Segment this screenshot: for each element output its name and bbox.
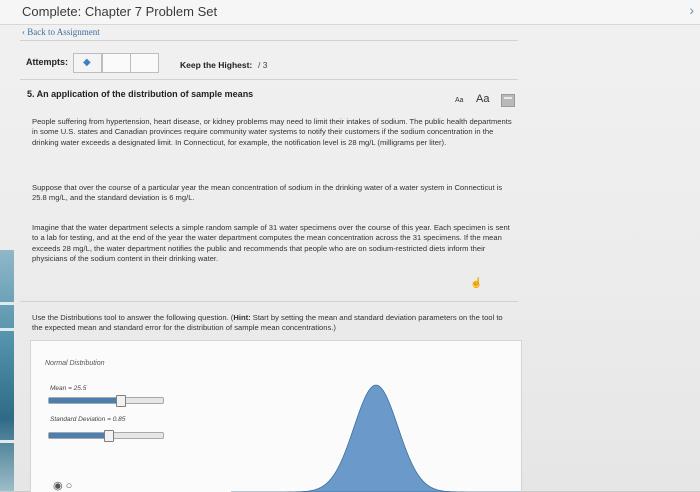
header-bar: Complete: Chapter 7 Problem Set ›	[0, 0, 700, 25]
attempt-box-3[interactable]	[130, 53, 159, 73]
font-decrease-button[interactable]: Aa	[455, 97, 464, 104]
question-paragraph-2: Suppose that over the course of a partic…	[32, 183, 503, 203]
sd-label: Standard Deviation = 0.85	[50, 416, 126, 423]
background-window-edge	[0, 250, 14, 491]
mean-slider-fill	[49, 398, 120, 403]
sd-slider-fill	[49, 433, 109, 438]
chevron-right-icon[interactable]: ›	[689, 2, 694, 18]
attempt-box-2[interactable]	[102, 53, 131, 73]
divider	[20, 40, 518, 41]
tool-title: Normal Distribution	[45, 360, 105, 367]
tool-controls-icon[interactable]: ◉ ○	[53, 479, 72, 492]
question-paragraph-3: Imagine that the water department select…	[32, 223, 510, 264]
mean-slider-handle[interactable]	[115, 395, 126, 407]
page-title: Complete: Chapter 7 Problem Set	[22, 4, 218, 19]
question-paragraph-1: People suffering from hypertension, hear…	[32, 117, 512, 147]
hand-cursor-icon: ☝	[470, 278, 483, 289]
divider	[20, 79, 518, 80]
attempts-label: Attempts:	[26, 57, 68, 67]
mean-slider[interactable]	[48, 395, 164, 407]
calculator-icon[interactable]	[501, 94, 515, 107]
sd-slider[interactable]	[48, 430, 164, 442]
question-title: 5. An application of the distribution of…	[27, 89, 254, 99]
normal-curve	[231, 384, 521, 492]
divider	[20, 301, 518, 302]
sd-slider-handle[interactable]	[104, 430, 115, 442]
back-to-assignment-link[interactable]: ‹ Back to Assignment	[22, 27, 100, 37]
font-increase-button[interactable]: Aa	[476, 93, 489, 105]
diamond-icon: ◆	[83, 57, 91, 68]
distributions-tool: Normal Distribution Mean = 25.5 Standard…	[30, 340, 522, 492]
mean-label: Mean = 25.5	[50, 385, 87, 392]
normal-curve-plot	[231, 384, 521, 492]
keep-highest-label: Keep the Highest:	[180, 60, 253, 70]
attempt-box-1[interactable]: ◆	[73, 53, 102, 73]
instruction-paragraph: Use the Distributions tool to answer the…	[32, 313, 503, 333]
keep-highest-value: / 3	[258, 60, 268, 70]
screen-background: Complete: Chapter 7 Problem Set › ‹ Back…	[0, 0, 700, 492]
